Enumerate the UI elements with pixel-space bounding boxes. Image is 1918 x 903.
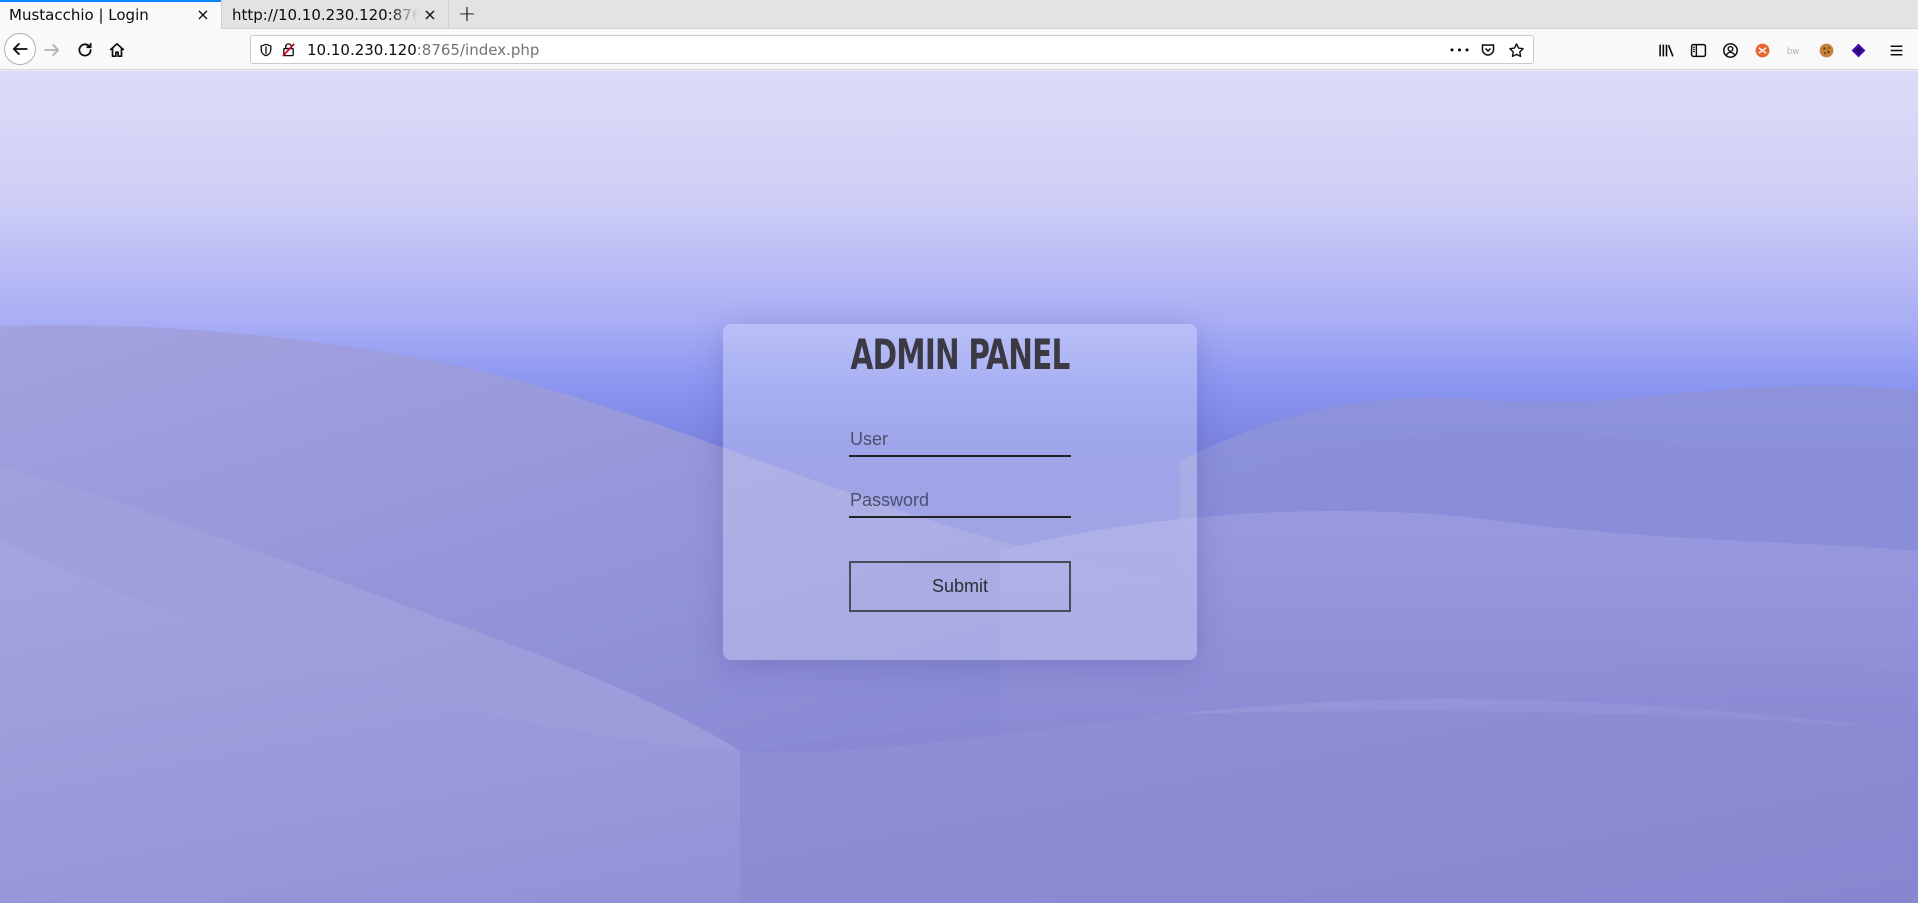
- tab-title: Mustacchio | Login: [9, 5, 149, 24]
- new-tab-button[interactable]: +: [453, 1, 481, 27]
- extension-cookie-button[interactable]: [1810, 35, 1842, 65]
- close-icon[interactable]: ×: [418, 3, 442, 27]
- page-viewport: ADMIN PANEL Submit: [0, 71, 1918, 903]
- page-title: ADMIN PANEL: [850, 330, 1071, 379]
- library-button[interactable]: [1650, 35, 1682, 65]
- user-input[interactable]: [849, 423, 1071, 457]
- tab-title: http://10.10.230.120:8765/home.php: [232, 5, 418, 24]
- sidebar-button[interactable]: [1682, 35, 1714, 65]
- sidebar-icon: [1690, 43, 1706, 57]
- tab-home[interactable]: http://10.10.230.120:8765/home.php ×: [223, 0, 449, 29]
- shield-icon[interactable]: [255, 39, 277, 61]
- account-button[interactable]: [1714, 35, 1746, 65]
- extension-bw-button[interactable]: bw: [1778, 35, 1810, 65]
- cookie-icon: [1819, 43, 1833, 57]
- submit-button[interactable]: Submit: [849, 561, 1071, 612]
- tab-mustacchio-login[interactable]: Mustacchio | Login ×: [0, 0, 222, 29]
- pocket-icon[interactable]: [1477, 38, 1499, 62]
- menu-button[interactable]: [1874, 35, 1918, 65]
- hamburger-menu-icon: [1890, 44, 1902, 56]
- library-icon: [1658, 44, 1674, 57]
- svg-text:bw: bw: [1786, 46, 1798, 56]
- home-icon: [109, 42, 125, 58]
- forward-button[interactable]: [37, 35, 67, 65]
- extension-burp-button[interactable]: [1746, 35, 1778, 65]
- home-button[interactable]: [102, 35, 132, 65]
- extension-wappalyzer-button[interactable]: [1842, 35, 1874, 65]
- tab-strip: Mustacchio | Login × http://10.10.230.12…: [0, 0, 1918, 29]
- close-icon[interactable]: ×: [191, 3, 215, 27]
- insecure-lock-icon[interactable]: [277, 39, 299, 61]
- url-text: 10.10.230.120:8765/index.php: [307, 41, 539, 59]
- arrow-right-icon: [44, 44, 60, 56]
- url-path: :8765/index.php: [416, 40, 540, 59]
- burp-extension-icon: [1755, 43, 1769, 57]
- account-icon: [1722, 42, 1738, 58]
- reload-button[interactable]: [70, 35, 100, 65]
- arrow-left-icon: [12, 43, 28, 55]
- login-panel: ADMIN PANEL Submit: [723, 324, 1197, 660]
- wappalyzer-icon: [1851, 43, 1865, 57]
- bw-extension-icon: bw: [1786, 46, 1798, 56]
- reload-icon: [78, 42, 92, 57]
- url-host: 10.10.230.120: [307, 40, 417, 59]
- password-input[interactable]: [849, 484, 1071, 518]
- bookmark-star-icon[interactable]: [1505, 38, 1527, 62]
- page-actions-icon[interactable]: •••: [1449, 38, 1471, 62]
- back-button[interactable]: [4, 33, 36, 65]
- toolbar-right: bw: [1650, 35, 1918, 65]
- navigation-toolbar: 10.10.230.120:8765/index.php ••• bw: [0, 29, 1918, 70]
- url-bar[interactable]: 10.10.230.120:8765/index.php •••: [250, 35, 1534, 64]
